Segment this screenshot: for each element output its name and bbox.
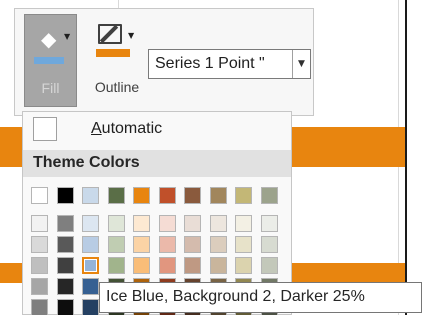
automatic-swatch (33, 117, 57, 141)
shade-color-swatch[interactable] (158, 257, 176, 274)
shade-color-swatch[interactable] (107, 236, 125, 253)
fill-label: Fill (41, 80, 60, 96)
shade-color-swatch[interactable] (133, 257, 150, 274)
theme-color-swatch[interactable] (158, 187, 176, 204)
theme-color-swatch[interactable] (31, 187, 48, 204)
chart-canvas: ◆ ▼ Fill ▼ Outline Series 1 Point " ▼ Au… (0, 0, 425, 315)
shade-color-swatch[interactable] (82, 278, 99, 295)
theme-color-swatch[interactable] (184, 187, 201, 204)
tooltip-text: Ice Blue, Background 2, Darker 25% (106, 288, 365, 305)
shade-color-swatch[interactable] (82, 236, 99, 253)
shade-color-swatch[interactable] (209, 257, 227, 274)
plot-area-border (405, 0, 407, 315)
automatic-label: Automatic (91, 120, 163, 137)
theme-color-swatch[interactable] (260, 187, 278, 204)
theme-color-swatch[interactable] (56, 187, 74, 204)
shade-color-swatch[interactable] (184, 257, 201, 274)
shade-color-swatch[interactable] (260, 257, 278, 274)
fill-color-indicator (34, 57, 64, 64)
color-tooltip: Ice Blue, Background 2, Darker 25% (99, 282, 422, 313)
theme-color-swatch[interactable] (209, 187, 227, 204)
fill-button[interactable]: ◆ ▼ Fill (24, 14, 77, 107)
shade-color-swatch[interactable] (31, 215, 48, 232)
shade-color-swatch[interactable] (133, 236, 150, 253)
shade-color-swatch[interactable] (56, 236, 74, 253)
shade-color-swatch[interactable] (31, 278, 48, 295)
shade-color-swatch[interactable] (31, 257, 48, 274)
chevron-down-icon: ▼ (64, 32, 71, 41)
theme-color-swatch[interactable] (107, 187, 125, 204)
theme-color-swatch[interactable] (82, 187, 99, 204)
shade-color-swatch[interactable] (235, 257, 252, 274)
theme-color-swatch[interactable] (133, 187, 150, 204)
shade-color-swatch[interactable] (56, 257, 74, 274)
shade-color-swatch[interactable] (158, 215, 176, 232)
shade-color-swatch[interactable] (158, 236, 176, 253)
theme-colors-label: Theme Colors (33, 154, 140, 171)
shade-color-swatch[interactable] (107, 215, 125, 232)
shade-color-swatch[interactable] (82, 299, 99, 315)
shade-color-swatch[interactable] (82, 215, 99, 232)
shade-color-swatch[interactable] (31, 299, 48, 315)
theme-colors-header: Theme Colors (23, 150, 291, 177)
chart-element-select[interactable]: Series 1 Point " ▼ (148, 49, 311, 79)
shade-color-swatch[interactable] (31, 236, 48, 253)
outline-color-indicator (96, 49, 130, 57)
shade-color-swatch[interactable] (56, 278, 74, 295)
shade-color-swatch[interactable] (82, 257, 99, 274)
chevron-down-icon[interactable]: ▼ (292, 50, 310, 78)
outline-label: Outline (94, 79, 140, 95)
shade-color-swatch[interactable] (107, 257, 125, 274)
shade-color-swatch[interactable] (260, 236, 278, 253)
chevron-down-icon: ▼ (128, 31, 135, 40)
outline-button[interactable]: ▼ Outline (87, 14, 147, 107)
shade-color-swatch[interactable] (133, 215, 150, 232)
chart-element-select-value: Series 1 Point " (155, 55, 265, 72)
format-mini-toolbar: ◆ ▼ Fill ▼ Outline Series 1 Point " ▼ (14, 8, 314, 116)
automatic-color-option[interactable]: Automatic (23, 112, 291, 145)
shade-color-swatch[interactable] (56, 215, 74, 232)
shade-color-swatch[interactable] (260, 215, 278, 232)
shade-color-swatch[interactable] (209, 215, 227, 232)
shade-color-swatch[interactable] (184, 236, 201, 253)
shade-color-swatch[interactable] (235, 236, 252, 253)
paint-bucket-icon: ◆ (41, 27, 57, 51)
shade-color-swatch[interactable] (209, 236, 227, 253)
theme-color-swatch[interactable] (235, 187, 252, 204)
shade-color-swatch[interactable] (56, 299, 74, 315)
shade-color-swatch[interactable] (235, 215, 252, 232)
shade-color-swatch[interactable] (184, 215, 201, 232)
